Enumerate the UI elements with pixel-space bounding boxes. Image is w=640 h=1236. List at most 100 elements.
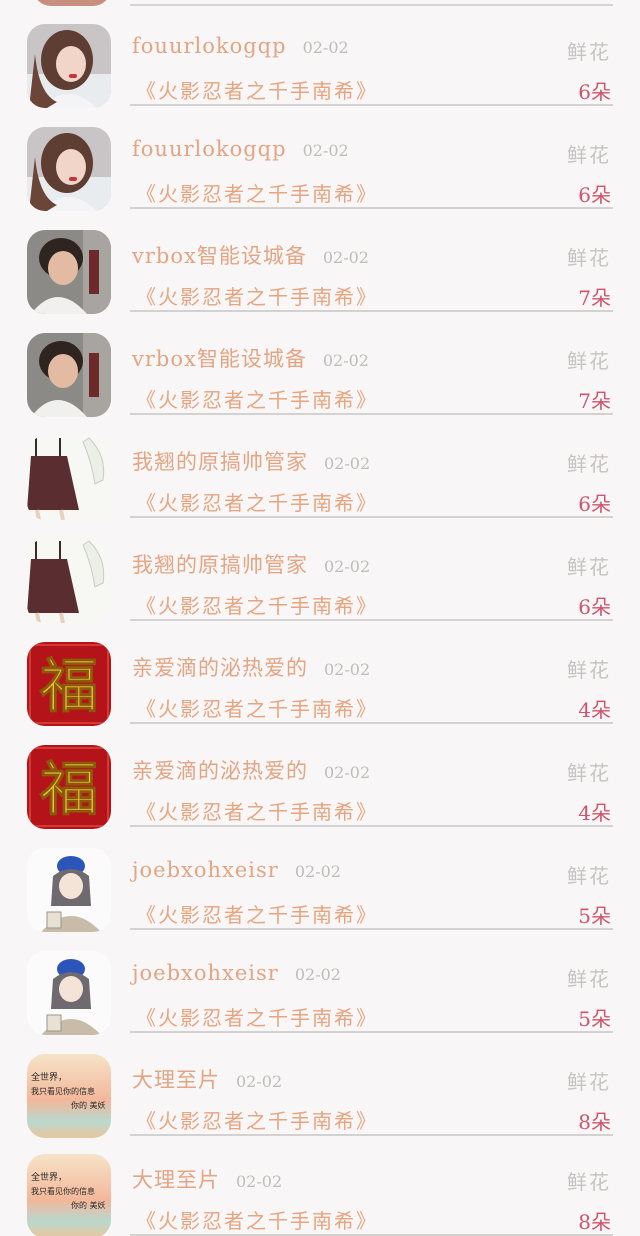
svg-text:全世界，: 全世界， (31, 1171, 67, 1183)
date: 02-02 (302, 141, 349, 160)
svg-text:我只看见你的信息: 我只看见你的信息 (31, 1086, 95, 1096)
avatar[interactable] (27, 230, 111, 314)
list-item[interactable]: 福 亲爱滴的泌热爱的 02-02 《火影忍者之千手南希》 鲜花 4朵 (0, 621, 640, 726)
list-item[interactable]: 全世界， 我只看见你的信息 你的 美妖 大理至片 02-02 《火影忍者之千手南希… (0, 1033, 640, 1138)
gift-type: 鲜花 (567, 967, 611, 991)
gift-type: 鲜花 (567, 1070, 611, 1094)
svg-text:福: 福 (39, 652, 98, 720)
gift-title: 《火影忍者之千手南希》 (136, 182, 378, 206)
gift-title: 《火影忍者之千手南希》 (136, 697, 378, 721)
sender-name: fouurlokogqp 02-02 (132, 137, 349, 161)
list-item[interactable]: 我翘的原搞帅管家 02-02 《火影忍者之千手南希》 鲜花 6朵 (0, 518, 640, 623)
gift-title: 《火影忍者之千手南希》 (136, 800, 378, 824)
sender-name: 亲爱滴的泌热爱的 02-02 (132, 759, 371, 783)
avatar[interactable]: 全世界， 我只看见你的信息 你的 美妖 (27, 1154, 111, 1236)
gift-type: 鲜花 (567, 40, 611, 64)
gift-title: 《火影忍者之千手南希》 (136, 594, 378, 618)
gift-record-list: fouurlokogqp 02-02 《火影忍者之千手南希》 鲜花 6朵 fouu… (0, 0, 640, 1236)
sender-name: joebxohxeisr 02-02 (132, 858, 341, 882)
gift-title: 《火影忍者之千手南希》 (136, 1006, 378, 1030)
gift-count: 5朵 (578, 1007, 611, 1031)
date: 02-02 (322, 248, 369, 267)
svg-text:福: 福 (39, 755, 98, 823)
cartoon-girl-icon (27, 848, 111, 932)
avatar[interactable]: 全世界， 我只看见你的信息 你的 美妖 (27, 1054, 111, 1138)
gift-title: 《火影忍者之千手南希》 (136, 491, 378, 515)
list-item[interactable]: joebxohxeisr 02-02 《火影忍者之千手南希》 鲜花 5朵 (0, 930, 640, 1035)
gift-title: 《火影忍者之千手南希》 (136, 903, 378, 927)
gift-count: 8朵 (578, 1110, 611, 1134)
gift-type: 鲜花 (567, 349, 611, 373)
gift-type: 鲜花 (567, 658, 611, 682)
sender-name: vrbox智能设城备 02-02 (132, 347, 369, 371)
gift-title: 《火影忍者之千手南希》 (136, 79, 378, 103)
avatar[interactable]: 福 (27, 745, 111, 829)
gift-count: 7朵 (578, 389, 611, 413)
date: 02-02 (302, 38, 349, 57)
date: 02-02 (294, 862, 341, 881)
gift-title: 《火影忍者之千手南希》 (136, 388, 378, 412)
list-item[interactable]: fouurlokogqp 02-02 《火影忍者之千手南希》 鲜花 6朵 (0, 3, 640, 108)
avatar[interactable] (27, 848, 111, 932)
sunset-text-icon: 全世界， 我只看见你的信息 你的 美妖 (27, 1054, 111, 1138)
gift-type: 鲜花 (567, 452, 611, 476)
svg-text:全世界，: 全世界， (31, 1071, 67, 1083)
gift-count: 8朵 (578, 1210, 611, 1234)
list-item[interactable]: 我翘的原搞帅管家 02-02 《火影忍者之千手南希》 鲜花 6朵 (0, 415, 640, 520)
avatar[interactable] (27, 951, 111, 1035)
gift-type: 鲜花 (567, 1170, 611, 1194)
gift-count: 6朵 (578, 80, 611, 104)
gift-type: 鲜花 (567, 555, 611, 579)
list-item[interactable]: 福 亲爱滴的泌热爱的 02-02 《火影忍者之千手南希》 鲜花 4朵 (0, 724, 640, 829)
skirt-illustration-icon (27, 539, 111, 623)
gift-count: 4朵 (578, 801, 611, 825)
gift-title: 《火影忍者之千手南希》 (136, 285, 378, 309)
gift-title: 《火影忍者之千手南希》 (136, 1209, 378, 1233)
gift-count: 6朵 (578, 492, 611, 516)
sender-name: 我翘的原搞帅管家 02-02 (132, 450, 371, 474)
gift-count: 6朵 (578, 183, 611, 207)
fu-character-icon: 福 (27, 642, 111, 726)
list-item[interactable]: vrbox智能设城备 02-02 《火影忍者之千手南希》 鲜花 7朵 (0, 312, 640, 417)
date: 02-02 (324, 660, 371, 679)
list-item[interactable]: joebxohxeisr 02-02 《火影忍者之千手南希》 鲜花 5朵 (0, 827, 640, 932)
avatar[interactable] (27, 333, 111, 417)
date: 02-02 (236, 1072, 283, 1091)
date: 02-02 (324, 454, 371, 473)
cartoon-girl-icon (27, 951, 111, 1035)
gift-count: 7朵 (578, 286, 611, 310)
gift-count: 6朵 (578, 595, 611, 619)
sender-name: 大理至片 02-02 (132, 1168, 283, 1192)
gift-type: 鲜花 (567, 143, 611, 167)
skirt-illustration-icon (27, 436, 111, 520)
sender-name: 亲爱滴的泌热爱的 02-02 (132, 656, 371, 680)
avatar[interactable] (27, 539, 111, 623)
gift-count: 4朵 (578, 698, 611, 722)
avatar[interactable] (27, 436, 111, 520)
svg-text:我只看见你的信息: 我只看见你的信息 (31, 1186, 95, 1196)
gift-count: 5朵 (578, 904, 611, 928)
list-item[interactable]: fouurlokogqp 02-02 《火影忍者之千手南希》 鲜花 6朵 (0, 106, 640, 211)
boy-photo-icon (27, 333, 111, 417)
fu-character-icon: 福 (27, 745, 111, 829)
list-item[interactable]: 全世界， 我只看见你的信息 你的 美妖 大理至片 02-02 《火影忍者之千手南希… (0, 1133, 640, 1236)
date: 02-02 (324, 557, 371, 576)
avatar[interactable] (27, 24, 111, 108)
date: 02-02 (322, 351, 369, 370)
svg-text:你的 美妖: 你的 美妖 (71, 1100, 106, 1110)
gift-title: 《火影忍者之千手南希》 (136, 1109, 378, 1133)
date: 02-02 (236, 1172, 283, 1191)
sender-name: 我翘的原搞帅管家 02-02 (132, 553, 371, 577)
boy-photo-icon (27, 230, 111, 314)
sender-name: fouurlokogqp 02-02 (132, 34, 349, 58)
sender-name: vrbox智能设城备 02-02 (132, 244, 369, 268)
avatar[interactable] (27, 127, 111, 211)
list-item[interactable]: vrbox智能设城备 02-02 《火影忍者之千手南希》 鲜花 7朵 (0, 209, 640, 314)
date: 02-02 (294, 965, 341, 984)
date: 02-02 (324, 763, 371, 782)
girl-photo-icon (27, 24, 111, 108)
svg-text:你的 美妖: 你的 美妖 (71, 1200, 106, 1210)
sender-name: 大理至片 02-02 (132, 1068, 283, 1092)
avatar[interactable]: 福 (27, 642, 111, 726)
gift-type: 鲜花 (567, 864, 611, 888)
